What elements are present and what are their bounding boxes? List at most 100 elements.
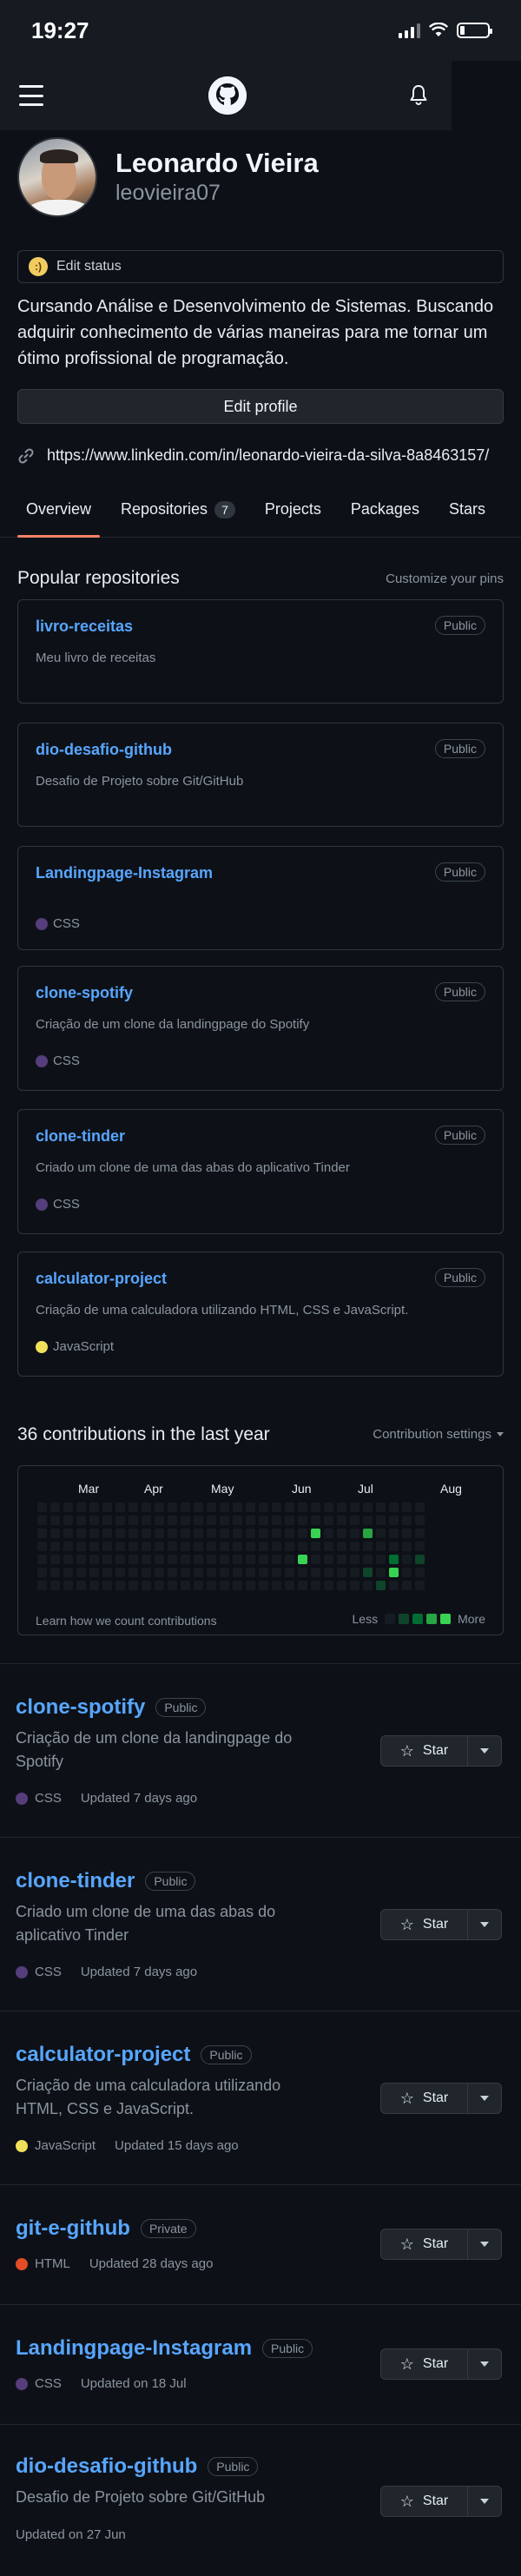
contribution-day-cell[interactable] — [220, 1516, 229, 1525]
contribution-day-cell[interactable] — [168, 1581, 177, 1590]
contribution-day-cell[interactable] — [89, 1555, 99, 1564]
star-button[interactable]: ☆ Star — [381, 2349, 468, 2379]
contribution-day-cell[interactable] — [324, 1581, 333, 1590]
contribution-day-cell[interactable] — [324, 1529, 333, 1538]
contribution-day-cell[interactable] — [102, 1555, 112, 1564]
contribution-day-cell[interactable] — [415, 1581, 425, 1590]
contribution-day-cell[interactable] — [246, 1581, 255, 1590]
contribution-day-cell[interactable] — [402, 1516, 412, 1525]
contribution-day-cell[interactable] — [402, 1503, 412, 1512]
contribution-day-cell[interactable] — [50, 1503, 60, 1512]
contribution-day-cell[interactable] — [155, 1542, 164, 1551]
contribution-day-cell[interactable] — [89, 1516, 99, 1525]
contribution-day-cell[interactable] — [181, 1568, 190, 1577]
contribution-day-cell[interactable] — [246, 1503, 255, 1512]
contribution-day-cell[interactable] — [324, 1503, 333, 1512]
contribution-day-cell[interactable] — [363, 1542, 373, 1551]
contribution-day-cell[interactable] — [142, 1555, 151, 1564]
contribution-day-cell[interactable] — [376, 1529, 386, 1538]
star-button[interactable]: ☆ Star — [381, 1910, 468, 1939]
contribution-day-cell[interactable] — [194, 1542, 203, 1551]
contribution-day-cell[interactable] — [115, 1503, 125, 1512]
contribution-day-cell[interactable] — [181, 1516, 190, 1525]
contribution-day-cell[interactable] — [233, 1503, 242, 1512]
contribution-day-cell[interactable] — [233, 1581, 242, 1590]
contribution-day-cell[interactable] — [259, 1542, 268, 1551]
contribution-day-cell[interactable] — [37, 1516, 47, 1525]
contribution-day-cell[interactable] — [389, 1555, 399, 1564]
tab-overview[interactable]: Overview — [16, 482, 101, 538]
contribution-day-cell[interactable] — [298, 1581, 307, 1590]
contribution-day-cell[interactable] — [37, 1581, 47, 1590]
contribution-day-cell[interactable] — [415, 1503, 425, 1512]
contribution-day-cell[interactable] — [194, 1581, 203, 1590]
contribution-day-cell[interactable] — [207, 1581, 216, 1590]
contribution-day-cell[interactable] — [142, 1516, 151, 1525]
contribution-day-cell[interactable] — [207, 1503, 216, 1512]
contribution-day-cell[interactable] — [63, 1581, 73, 1590]
contribution-day-cell[interactable] — [115, 1555, 125, 1564]
contribution-day-cell[interactable] — [129, 1516, 138, 1525]
contribution-day-cell[interactable] — [181, 1503, 190, 1512]
contribution-day-cell[interactable] — [298, 1542, 307, 1551]
contribution-day-cell[interactable] — [181, 1555, 190, 1564]
repo-name-link[interactable]: clone-tinder — [16, 1869, 135, 1893]
contribution-day-cell[interactable] — [272, 1542, 281, 1551]
contribution-day-cell[interactable] — [285, 1568, 294, 1577]
contribution-day-cell[interactable] — [102, 1581, 112, 1590]
tab-projects[interactable]: Projects — [265, 482, 321, 538]
contribution-day-cell[interactable] — [155, 1581, 164, 1590]
contribution-day-cell[interactable] — [389, 1503, 399, 1512]
contribution-day-cell[interactable] — [142, 1581, 151, 1590]
contribution-day-cell[interactable] — [142, 1542, 151, 1551]
contribution-day-cell[interactable] — [220, 1555, 229, 1564]
contribution-day-cell[interactable] — [415, 1555, 425, 1564]
contribution-day-cell[interactable] — [324, 1516, 333, 1525]
contribution-day-cell[interactable] — [102, 1542, 112, 1551]
contribution-day-cell[interactable] — [402, 1542, 412, 1551]
contribution-day-cell[interactable] — [194, 1529, 203, 1538]
contribution-day-cell[interactable] — [220, 1581, 229, 1590]
contribution-day-cell[interactable] — [389, 1529, 399, 1538]
contribution-day-cell[interactable] — [272, 1555, 281, 1564]
contribution-day-cell[interactable] — [194, 1568, 203, 1577]
contribution-day-cell[interactable] — [181, 1529, 190, 1538]
contribution-day-cell[interactable] — [115, 1568, 125, 1577]
contribution-day-cell[interactable] — [376, 1581, 386, 1590]
contribution-day-cell[interactable] — [376, 1568, 386, 1577]
contribution-day-cell[interactable] — [337, 1542, 346, 1551]
contribution-day-cell[interactable] — [194, 1516, 203, 1525]
contribution-day-cell[interactable] — [337, 1555, 346, 1564]
contribution-day-cell[interactable] — [272, 1516, 281, 1525]
contribution-day-cell[interactable] — [285, 1529, 294, 1538]
contribution-day-cell[interactable] — [350, 1516, 359, 1525]
contribution-day-cell[interactable] — [389, 1581, 399, 1590]
contribution-day-cell[interactable] — [376, 1555, 386, 1564]
contribution-day-cell[interactable] — [285, 1516, 294, 1525]
repo-name-link[interactable]: git-e-github — [16, 2216, 130, 2241]
contribution-day-cell[interactable] — [402, 1555, 412, 1564]
pinned-repo-name[interactable]: clone-spotify — [36, 984, 133, 1002]
contribution-day-cell[interactable] — [50, 1581, 60, 1590]
contribution-day-cell[interactable] — [207, 1529, 216, 1538]
star-button[interactable]: ☆ Star — [381, 1736, 468, 1766]
contribution-day-cell[interactable] — [259, 1503, 268, 1512]
contribution-day-cell[interactable] — [259, 1555, 268, 1564]
pinned-repo-name[interactable]: livro-receitas — [36, 618, 133, 636]
contribution-day-cell[interactable] — [350, 1529, 359, 1538]
star-button[interactable]: ☆ Star — [381, 2084, 468, 2113]
contribution-day-cell[interactable] — [129, 1568, 138, 1577]
contribution-day-cell[interactable] — [155, 1568, 164, 1577]
contribution-day-cell[interactable] — [76, 1555, 86, 1564]
profile-website-link[interactable]: https://www.linkedin.com/in/leonardo-vie… — [17, 446, 489, 465]
contribution-day-cell[interactable] — [415, 1542, 425, 1551]
contribution-day-cell[interactable] — [259, 1581, 268, 1590]
contribution-day-cell[interactable] — [102, 1568, 112, 1577]
tab-packages[interactable]: Packages — [351, 482, 419, 538]
contribution-day-cell[interactable] — [142, 1529, 151, 1538]
contribution-day-cell[interactable] — [363, 1529, 373, 1538]
contribution-day-cell[interactable] — [207, 1568, 216, 1577]
contribution-day-cell[interactable] — [155, 1529, 164, 1538]
contribution-day-cell[interactable] — [350, 1542, 359, 1551]
contribution-day-cell[interactable] — [168, 1555, 177, 1564]
